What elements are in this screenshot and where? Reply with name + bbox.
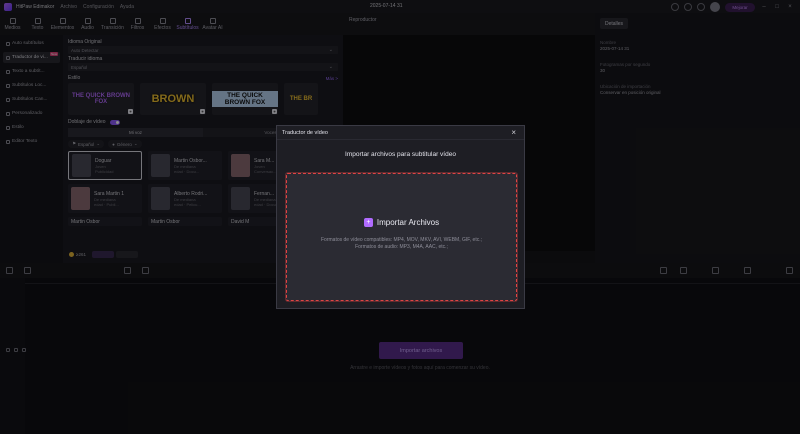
audio-formats-hint: Formatos de audio: MP3, M4A, AAC, etc.; xyxy=(355,244,448,250)
dialog-title: Traductor de vídeo xyxy=(282,129,328,136)
import-files-action[interactable]: + Importar Archivos xyxy=(287,218,516,227)
plus-icon: + xyxy=(363,218,373,227)
dialog-subtitle: Importar archivos para subtitular vídeo xyxy=(345,151,456,158)
video-translator-dialog: Traductor de vídeo × Importar archivos p… xyxy=(276,125,525,309)
video-formats-hint: Formatos de vídeo compatibles: MP4, MOV,… xyxy=(321,237,482,243)
close-icon[interactable]: × xyxy=(511,128,516,137)
import-files-label: Importar Archivos xyxy=(376,218,440,227)
file-dropzone[interactable]: + Importar Archivos Formatos de vídeo co… xyxy=(286,173,517,301)
